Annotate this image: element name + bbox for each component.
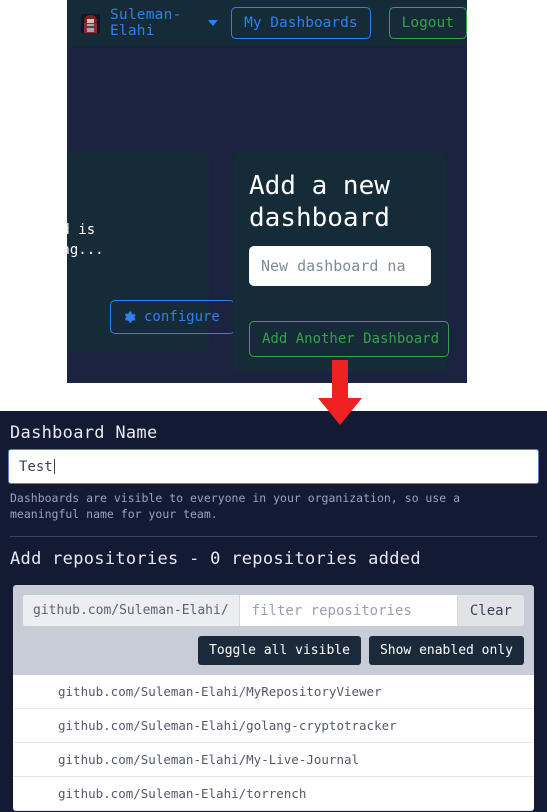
repository-row[interactable]: github.com/Suleman-Elahi/torrench [13,777,534,811]
user-avatar-pixelart-icon [81,13,100,33]
dashboard-name-input[interactable]: Test [8,449,539,484]
repository-row[interactable]: github.com/Suleman-Elahi/golang-cryptotr… [13,709,534,743]
dashboard-name-heading: Dashboard Name [10,423,158,443]
bottom-screenshot-panel: Dashboard Name Test Dashboards are visib… [0,411,547,812]
gear-icon [124,311,136,323]
repository-list: github.com/Suleman-Elahi/MyRepositoryVie… [13,675,534,811]
repository-filter-panel: github.com/Suleman-Elahi/ filter reposit… [13,585,534,675]
owner-prefix-label: github.com/Suleman-Elahi/ [23,595,240,626]
configure-label: configure [144,309,220,325]
new-dashboard-name-input[interactable]: New dashboard na [249,246,431,286]
my-dashboards-button[interactable]: My Dashboards [231,7,371,39]
add-new-dashboard-card: Add a new dashboard New dashboard na Add… [233,152,449,371]
dashboard-name-help-text: Dashboards are visible to everyone in yo… [10,491,461,521]
top-screenshot-panel: Suleman-Elahi My Dashboards Logout rd is… [67,0,467,383]
add-another-dashboard-button[interactable]: Add Another Dashboard [249,321,449,357]
logout-button[interactable]: Logout [388,7,467,39]
toggle-row: Toggle all visible Show enabled only [23,636,524,665]
username-label[interactable]: Suleman-Elahi [110,7,201,39]
chevron-down-icon[interactable] [208,20,219,26]
dashboard-status-text: rd is ing... [67,222,104,258]
repository-row[interactable]: github.com/Suleman-Elahi/MyRepositoryVie… [13,675,534,709]
filter-row: github.com/Suleman-Elahi/ filter reposit… [23,595,524,626]
configure-button[interactable]: configure [110,300,235,334]
navbar: Suleman-Elahi My Dashboards Logout [67,0,467,46]
filter-repositories-input[interactable]: filter repositories [239,595,457,626]
add-repositories-heading: Add repositories - 0 repositories added [10,549,421,569]
down-arrow-icon [318,360,362,425]
add-dashboard-title: Add a new dashboard [249,171,390,233]
existing-dashboard-card: rd is ing... configure [67,152,235,352]
toggle-all-visible-button[interactable]: Toggle all visible [198,636,361,665]
repository-row[interactable]: github.com/Suleman-Elahi/My-Live-Journal [13,743,534,777]
text-cursor [53,459,55,474]
clear-button[interactable]: Clear [456,595,524,626]
show-enabled-only-button[interactable]: Show enabled only [368,636,524,665]
dashboard-name-value: Test [19,458,53,475]
